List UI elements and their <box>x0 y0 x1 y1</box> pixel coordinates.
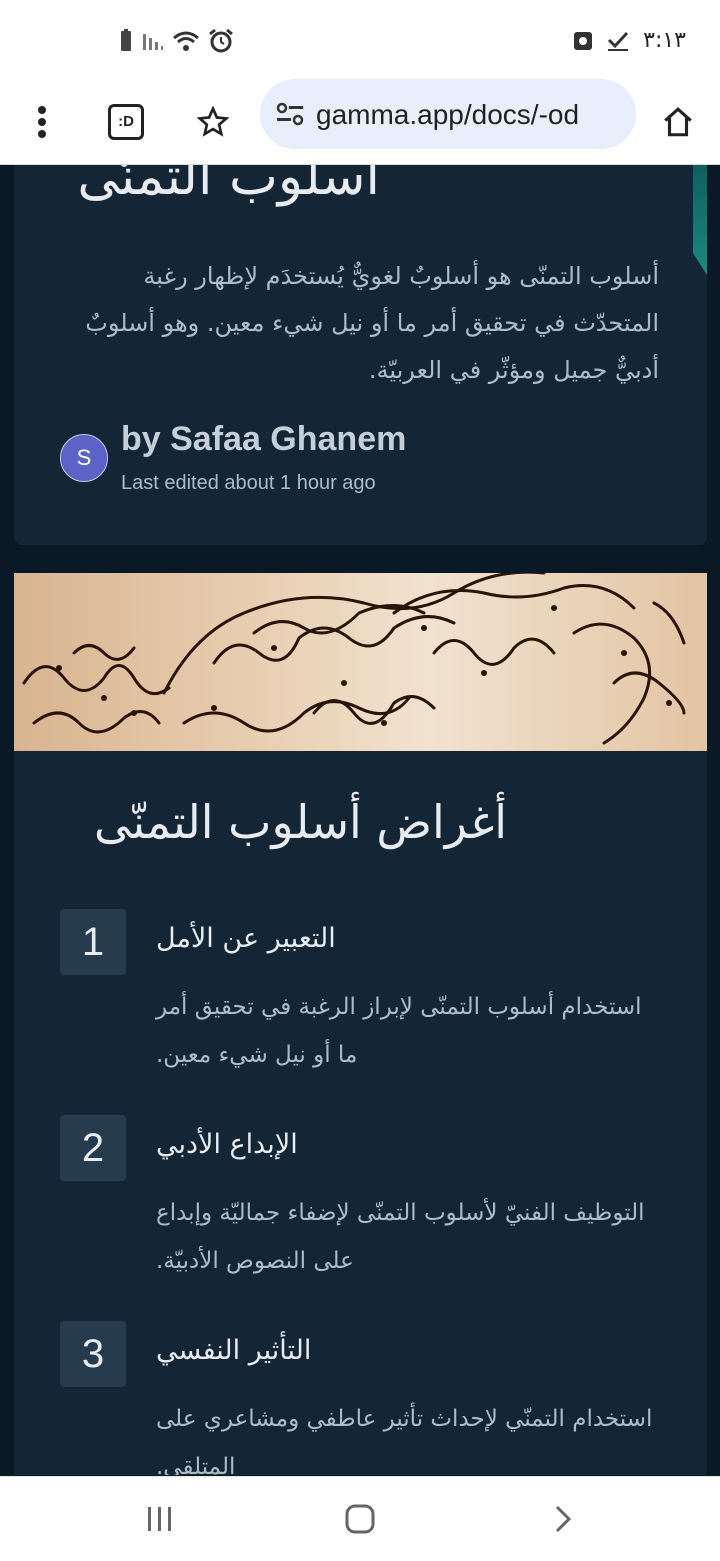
item-description: التوظيف الفنيّ لأسلوب التمنّى لإضفاء جما… <box>156 1200 645 1274</box>
record-icon <box>574 31 593 50</box>
check-icon <box>608 31 629 51</box>
section-title: أغراض أسلوب التمنّى <box>94 795 507 849</box>
system-nav-bar <box>0 1476 720 1561</box>
item-number: 3 <box>60 1321 126 1387</box>
item-title: التعبير عن الأمل <box>156 923 336 954</box>
recent-apps-icon[interactable] <box>130 1499 190 1539</box>
alarm-icon <box>209 28 233 53</box>
page-content: أسلوب التمنّى أسلوب التمنّى هو أسلوبٌ لغ… <box>0 165 720 1475</box>
tab-switcher-icon[interactable]: :D <box>101 97 151 147</box>
avatar[interactable]: S <box>60 434 108 482</box>
home-nav-icon[interactable] <box>330 1499 390 1539</box>
wifi-icon <box>173 31 199 51</box>
home-icon[interactable] <box>653 97 703 147</box>
calligraphy-art <box>22 573 686 745</box>
back-icon[interactable] <box>533 1499 593 1539</box>
decoration-shape <box>693 165 707 275</box>
page-title: أسلوب التمنّى <box>77 165 380 207</box>
status-bar: ٣:١٣ <box>0 0 720 80</box>
author-name: by Safaa Ghanem <box>121 420 407 458</box>
purposes-section: أغراض أسلوب التمنّى 1 التعبير عن الأمل ا… <box>14 751 707 1475</box>
item-description: استخدام أسلوب التمنّى لإبراز الرغبة في ت… <box>156 994 642 1068</box>
url-text: gamma.app/docs/-od <box>316 99 580 130</box>
star-icon[interactable] <box>188 97 238 147</box>
item-title: التأثير النفسي <box>156 1335 312 1366</box>
status-left-icons <box>118 28 234 54</box>
status-right: ٣:١٣ <box>573 28 686 53</box>
item-number: 2 <box>60 1115 126 1181</box>
last-edited: Last edited about 1 hour ago <box>121 472 376 494</box>
calligraphy-image <box>14 573 707 751</box>
url-bar[interactable]: gamma.app/docs/-od <box>260 79 636 149</box>
tab-switcher-label: :D <box>108 104 144 140</box>
intro-paragraph: أسلوب التمنّى هو أسلوبٌ لغويٌّ يُستخدَم … <box>85 262 659 384</box>
title-card: أسلوب التمنّى أسلوب التمنّى هو أسلوبٌ لغ… <box>14 165 707 545</box>
status-time: ٣:١٣ <box>643 28 686 53</box>
site-settings-icon[interactable] <box>276 101 304 127</box>
item-title: الإبداع الأدبي <box>156 1129 298 1160</box>
item-number: 1 <box>60 909 126 975</box>
signal-icon <box>143 34 163 50</box>
more-menu-icon[interactable] <box>17 97 67 147</box>
battery-icon <box>121 29 131 51</box>
item-description: استخدام التمنّي لإحداث تأثير عاطفي ومشاع… <box>156 1406 653 1475</box>
